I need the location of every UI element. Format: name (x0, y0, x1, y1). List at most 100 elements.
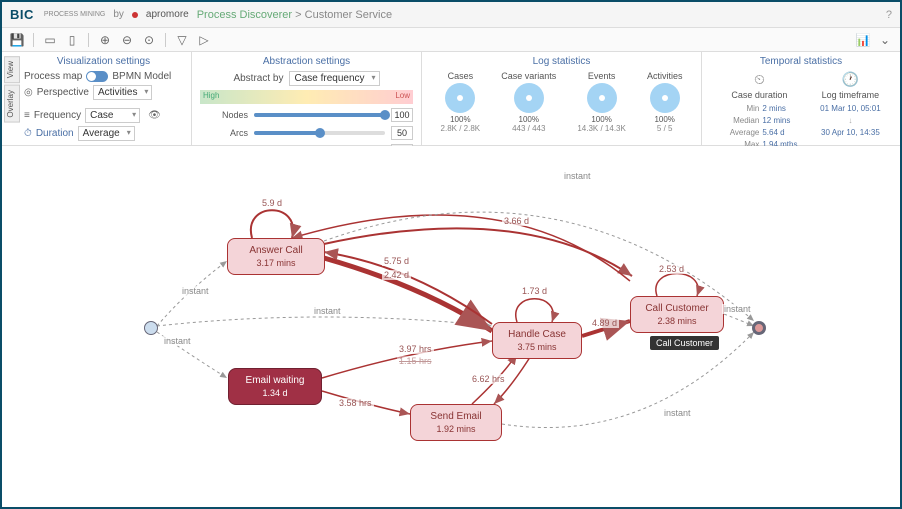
abstraction-gradient: High Low (200, 90, 413, 104)
edge-662h: 6.62 hrs (470, 374, 507, 384)
node-tooltip: Call Customer (650, 336, 719, 350)
email-waiting-value: 1.34 d (233, 388, 317, 398)
log-title: Log statistics (430, 56, 693, 67)
send-email-value: 1.92 mins (415, 424, 497, 434)
handle-case-value: 3.75 mins (497, 342, 577, 352)
log-col-cases[interactable]: Cases 100% 2.8K / 2.8K (441, 71, 481, 133)
node-answer-call[interactable]: Answer Call 3.17 mins (227, 238, 325, 275)
edge-instant-bottom: instant (662, 408, 693, 418)
log-col-activities[interactable]: Activities 100% 5 / 5 (647, 71, 683, 133)
tab-view[interactable]: View (4, 56, 20, 83)
abs-title: Abstraction settings (200, 56, 413, 67)
arcs-value[interactable]: 50 (391, 126, 413, 140)
duration-dropdown[interactable]: Average (78, 126, 135, 141)
bpmn-model-label: BPMN Model (112, 71, 171, 82)
temporal-panel: Temporal statistics ⏲ Case duration Min2… (702, 52, 900, 145)
by-label: by (113, 9, 124, 20)
zoom-out-icon[interactable]: ⊖ (118, 31, 136, 49)
chevron-down-icon[interactable]: ⌄ (876, 31, 894, 49)
cases-pct: 100% (441, 115, 481, 124)
events-cnt: 14.3K / 14.3K (577, 124, 625, 133)
log-stats-panel: Log statistics Cases 100% 2.8K / 2.8K Ca… (422, 52, 702, 145)
breadcrumb-sep: > (295, 9, 301, 21)
map-model-toggle[interactable] (86, 71, 108, 82)
variants-pct: 100% (501, 115, 556, 124)
breadcrumb-app[interactable]: Process Discoverer (197, 9, 292, 21)
play-icon[interactable]: ▷ (195, 31, 213, 49)
toolbar: 💾 ▭ ▯ ⊕ ⊖ ⊙ ▽ ▷ 📊 ⌄ (2, 28, 900, 52)
clock-icon: 🕐 (820, 71, 880, 88)
nodes-slider[interactable] (254, 113, 385, 117)
abstract-by-label: Abstract by (233, 73, 283, 84)
duration-icon: ⏱ (24, 128, 32, 139)
node-email-waiting[interactable]: Email waiting 1.34 d (228, 368, 322, 405)
send-email-title: Send Email (415, 411, 497, 422)
eye-off-icon[interactable]: 👁 (148, 110, 161, 121)
log-col-variants[interactable]: Case variants 100% 443 / 443 (501, 71, 556, 133)
handle-case-title: Handle Case (497, 329, 577, 340)
activities-title: Activities (647, 71, 683, 81)
arrow-down-icon: ↓ (820, 115, 880, 127)
vendor-dot-icon (132, 12, 138, 18)
edge-575d: 5.75 d (382, 256, 411, 266)
edge-instant-right: instant (722, 304, 753, 314)
logo-bic: BIC (10, 7, 34, 22)
vis-title: Visualization settings (24, 56, 183, 67)
gradient-low: Low (395, 91, 410, 100)
temp-title: Temporal statistics (710, 56, 892, 67)
case-duration-col: ⏲ Case duration Min2 mins Median12 mins … (721, 71, 797, 151)
med-k: Median (721, 115, 759, 127)
call-customer-value: 2.38 mins (635, 316, 719, 326)
save-icon[interactable]: 💾 (8, 31, 26, 49)
node-call-customer[interactable]: Call Customer 2.38 mins (630, 296, 724, 333)
settings-panels: View Overlay Visualization settings Proc… (2, 52, 900, 146)
tf-end: 30 Apr 10, 14:35 (820, 127, 880, 139)
chart-icon[interactable]: 📊 (854, 31, 872, 49)
nodes-value[interactable]: 100 (391, 108, 413, 122)
variants-donut (514, 83, 544, 113)
edge-489d: 4.89 d (590, 318, 619, 328)
layout-icon-2[interactable]: ▯ (63, 31, 81, 49)
fit-icon[interactable]: ⊙ (140, 31, 158, 49)
end-node[interactable] (752, 321, 766, 335)
abstraction-panel: Abstraction settings Abstract by Case fr… (192, 52, 422, 145)
process-map-label: Process map (24, 71, 82, 82)
gradient-high: High (203, 91, 219, 100)
filter-icon[interactable]: ▽ (173, 31, 191, 49)
edge-115h: 1.15 hrs (397, 356, 434, 366)
answer-call-title: Answer Call (232, 245, 320, 256)
frequency-label: Frequency (34, 110, 81, 121)
duration-label: Duration (36, 128, 74, 139)
start-node[interactable] (144, 321, 158, 335)
edge-instant-2: instant (162, 336, 193, 346)
edge-instant-1: instant (180, 286, 211, 296)
log-col-events[interactable]: Events 100% 14.3K / 14.3K (577, 71, 625, 133)
nodes-label: Nodes (200, 110, 248, 120)
tab-overlay[interactable]: Overlay (4, 85, 20, 123)
variants-title: Case variants (501, 71, 556, 81)
timeframe-col: 🕐 Log timeframe 01 Mar 10, 05:01 ↓ 30 Ap… (820, 71, 880, 151)
dur-title: Case duration (721, 90, 797, 100)
events-donut (587, 83, 617, 113)
edge-59d: 5.9 d (260, 198, 284, 208)
layout-icon-1[interactable]: ▭ (41, 31, 59, 49)
zoom-in-icon[interactable]: ⊕ (96, 31, 114, 49)
frequency-dropdown[interactable]: Case (85, 108, 140, 123)
events-title: Events (577, 71, 625, 81)
arcs-label: Arcs (200, 128, 248, 138)
edge-397h: 3.97 hrs (397, 344, 434, 354)
abstract-by-dropdown[interactable]: Case frequency (289, 71, 379, 86)
node-send-email[interactable]: Send Email 1.92 mins (410, 404, 502, 441)
cases-cnt: 2.8K / 2.8K (441, 124, 481, 133)
tf-title: Log timeframe (820, 90, 880, 100)
arcs-slider[interactable] (254, 131, 385, 135)
help-icon[interactable]: ? (886, 9, 892, 21)
edge-358h: 3.58 hrs (337, 398, 374, 408)
edge-366d: 3.66 d (502, 216, 531, 226)
process-graph-canvas[interactable]: Answer Call 3.17 mins Email waiting 1.34… (2, 146, 900, 506)
perspective-dropdown[interactable]: Activities (93, 85, 152, 100)
visualization-panel: View Overlay Visualization settings Proc… (2, 52, 192, 145)
perspective-label: Perspective (37, 87, 89, 98)
breadcrumb: Process Discoverer > Customer Service (197, 9, 392, 21)
node-handle-case[interactable]: Handle Case 3.75 mins (492, 322, 582, 359)
